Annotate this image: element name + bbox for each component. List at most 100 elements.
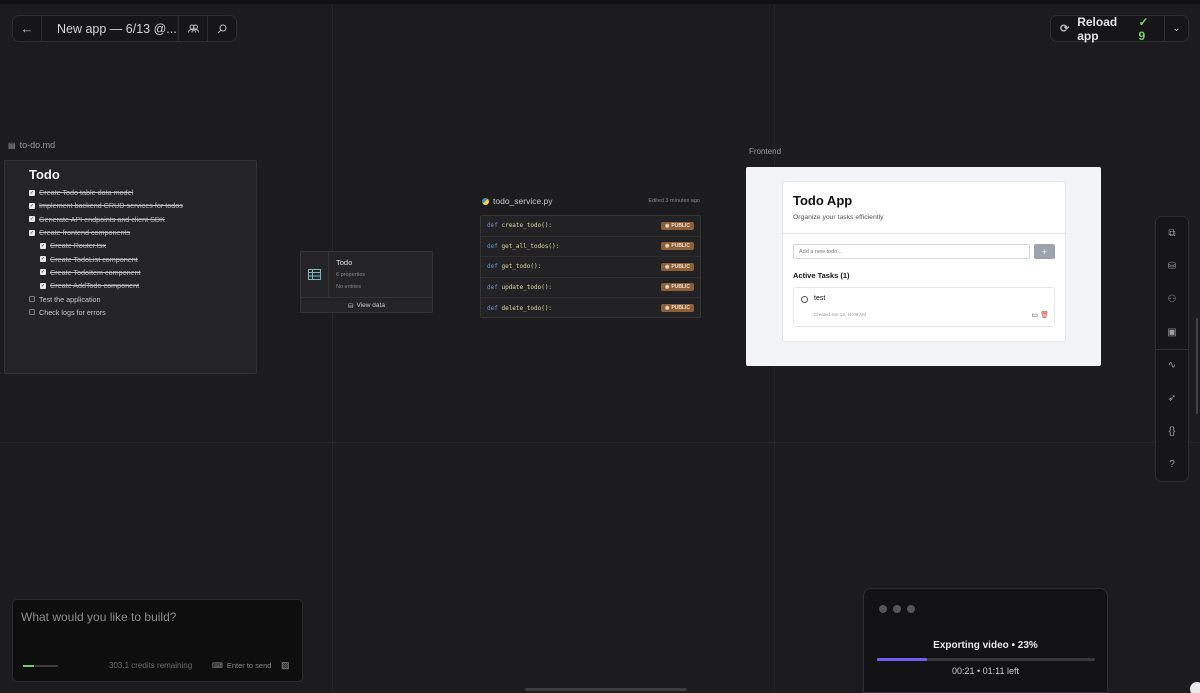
reload-app-button[interactable]: ⟳ Reload app ✓ 9 [1051,15,1164,43]
checkbox[interactable]: ✓ [29,216,35,223]
def-keyword: def [487,283,498,291]
back-arrow-icon[interactable]: ← [13,16,41,41]
checkbox[interactable]: ✓ [40,242,46,249]
table-properties: 6 properties [336,272,366,278]
checkbox[interactable]: ✓ [29,189,35,196]
checklist-item: ✓ Create Todo table data model [29,186,256,199]
vertical-scrollbar[interactable] [1196,318,1198,414]
function-signature: def get_todo(): [487,263,541,270]
trash-icon[interactable]: 🗑 [1040,311,1049,319]
image-upload-icon[interactable]: ▨ [281,660,290,671]
checklist-item-label: Create Router.tsx [50,241,106,251]
markdown-node[interactable]: Todo ✓ Create Todo table data model ✓ Imple… [4,160,257,374]
checklist-item-label: Create AddTodo component [50,281,140,291]
users-icon[interactable] [179,16,207,41]
frame-icon[interactable]: ⧉ [1156,217,1188,250]
checklist-item-label: Create Todo table data model [39,188,134,198]
window-top-edge [0,0,1200,4]
task-complete-radio[interactable] [801,296,808,303]
database-icon[interactable]: ⛁ [1156,250,1188,283]
markdown-checklist: ✓ Create Todo table data model ✓ Implement … [29,186,256,319]
credits-bar-fill [23,665,34,667]
public-badge-label: PUBLIC [671,263,690,270]
app-title-button[interactable]: New app — 6/13 @... [42,22,178,36]
export-progress-track [877,658,1095,661]
window-dot [879,605,887,613]
refresh-icon: ⟳ [1060,23,1070,35]
checklist-item-label: Check logs for errors [39,307,106,317]
public-badge: ◉ PUBLIC [661,262,694,271]
activity-icon[interactable]: ∿ [1156,350,1188,383]
window-dot [893,605,901,613]
function-name: get_todo(): [501,263,542,271]
checklist-item: ✓ Create TodoItem component [29,266,256,279]
checklist-item-label: Generate API endpoints and client SDK [39,214,165,224]
task-name: test [814,295,826,302]
service-function-row[interactable]: def create_todo(): ◉ PUBLIC [481,216,700,237]
checkbox[interactable]: ✓ [40,256,46,263]
function-signature: def create_todo(): [487,222,552,229]
service-function-row[interactable]: def get_todo(): ◉ PUBLIC [481,257,700,278]
frontend-preview[interactable]: Todo App Organize your tasks efficiently… [746,167,1101,366]
checklist-item-label: Create frontend components [39,228,131,238]
help-bubble[interactable] [1190,682,1200,693]
send-hint: ⌨ Enter to send [212,661,271,670]
keyboard-icon: ⌨ [212,661,223,670]
service-function-row[interactable]: def get_all_todos(): ◉ PUBLIC [481,237,700,257]
frontend-label: Frontend [749,147,782,156]
search-icon[interactable] [208,16,236,41]
rocket-icon[interactable]: ➶ [1156,382,1188,415]
public-badge-label: PUBLIC [671,222,690,229]
prompt-box[interactable]: What would you like to build? 303.1 cred… [12,599,303,682]
service-function-row[interactable]: def delete_todo(): ◉ PUBLIC [481,298,700,319]
task-item: test Created Jun 13, 11:08 AM ▭ 🗑 [793,287,1055,327]
checklist-item-label: Implement backend CRUD services for todo… [39,201,183,211]
edit-icon[interactable]: ▭ [1031,311,1038,319]
help-icon[interactable]: ? [1156,448,1188,481]
service-filename: todo_service.py [493,196,553,206]
chevron-down-icon[interactable]: ⌄ [1164,16,1188,41]
table-node-todo[interactable]: Todo 6 properties No entries ⛁ View data [300,251,433,313]
service-function-row[interactable]: def update_todo(): ◉ PUBLIC [481,278,700,298]
markdown-title: Todo [29,167,60,182]
braces-icon[interactable]: {} [1156,415,1188,448]
task-created: Created Jun 13, 11:08 AM [814,312,866,317]
add-todo-button[interactable]: + [1034,244,1055,259]
def-keyword: def [487,304,498,312]
checklist-item: ✓ Implement backend CRUD services for tod… [29,199,256,212]
checkbox[interactable]: ✓ [40,282,46,289]
service-node[interactable]: def create_todo(): ◉ PUBLIC def get_all_tod… [480,215,701,318]
checkbox[interactable]: ✓ [29,202,35,209]
function-name: create_todo(): [501,222,553,230]
export-title: Exporting video • 23% [933,640,1038,651]
table-entries: No entries [336,284,362,290]
users-icon[interactable]: ⚇ [1156,283,1188,316]
service-edited-time: Edited 3 minutes ago [648,198,700,204]
active-tasks-heading: Active Tasks (1) [793,271,850,280]
app-title: New app — 6/13 @... [57,21,177,36]
add-todo-input[interactable]: Add a new todo... [793,244,1030,259]
checkbox[interactable]: ✓ [29,229,35,236]
view-data-label: View data [356,302,385,309]
image-icon[interactable]: ▣ [1156,316,1188,349]
prompt-input[interactable]: What would you like to build? [21,610,176,624]
todo-app-title: Todo App [793,193,853,208]
function-name: delete_todo(): [501,304,553,312]
eye-icon: ◉ [665,305,670,312]
function-name: update_todo(): [501,283,553,291]
horizontal-scrollbar[interactable] [525,688,687,691]
service-filename-wrap: todo_service.py [482,196,553,206]
table-icon [301,252,329,297]
todo-app-subtitle: Organize your tasks efficiently [793,214,884,221]
public-badge: ◉ PUBLIC [661,283,694,292]
checkbox[interactable] [29,309,35,316]
checklist-item: ✓ Create Router.tsx [29,239,256,252]
view-data-button[interactable]: ⛁ View data [301,297,432,313]
checkbox[interactable] [29,296,35,303]
checklist-item: Check logs for errors [29,306,256,319]
send-hint-label: Enter to send [226,661,272,670]
checklist-item: ✓ Create AddTodo component [29,279,256,292]
checkbox[interactable]: ✓ [40,269,46,276]
export-progress-fill [877,658,928,661]
checklist-item: ✓ Generate API endpoints and client SDK [29,213,256,226]
